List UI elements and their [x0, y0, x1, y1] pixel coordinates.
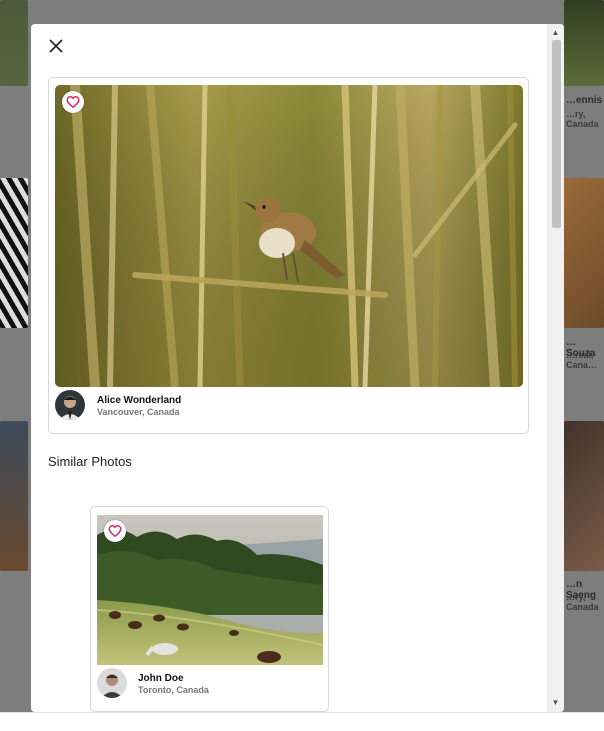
- heart-outline-icon: [66, 96, 80, 109]
- author-name[interactable]: John Doe: [138, 673, 184, 684]
- close-button[interactable]: [46, 36, 66, 56]
- horses-meadow-image: [97, 515, 323, 665]
- main-photo-card: Alice Wonderland Vancouver, Canada: [48, 77, 529, 434]
- scrollbar[interactable]: ▲ ▼: [547, 24, 564, 712]
- bg-tile: [0, 421, 28, 571]
- bg-author-location: …ry, Canada: [566, 109, 599, 129]
- author-name[interactable]: Alice Wonderland: [97, 395, 181, 406]
- photo-modal: Alice Wonderland Vancouver, Canada Simil…: [31, 24, 564, 712]
- reed-warbler-image: [55, 85, 523, 387]
- bg-tile: [564, 0, 604, 86]
- avatar-image: [55, 390, 85, 420]
- author-avatar[interactable]: [55, 390, 85, 420]
- author-avatar[interactable]: [97, 668, 127, 698]
- similar-photo-card[interactable]: John Doe Toronto, Canada: [90, 506, 329, 712]
- author-location: Vancouver, Canada: [97, 407, 180, 417]
- scroll-down-arrow-icon[interactable]: ▼: [547, 696, 564, 710]
- favorite-button[interactable]: [104, 520, 126, 542]
- main-photo[interactable]: [55, 85, 523, 387]
- page-bottom-edge: [0, 712, 604, 731]
- close-icon: [49, 39, 63, 53]
- avatar-image: [97, 668, 127, 698]
- scroll-thumb[interactable]: [552, 40, 561, 228]
- bg-tile: [564, 421, 604, 571]
- bg-author-location: …ry, Canada: [566, 592, 599, 612]
- similar-photos-heading: Similar Photos: [48, 454, 132, 469]
- favorite-button[interactable]: [62, 91, 84, 113]
- bg-tile: [0, 0, 28, 86]
- author-location: Toronto, Canada: [138, 685, 209, 695]
- bg-author-name: …ennis: [566, 95, 603, 106]
- scroll-up-arrow-icon[interactable]: ▲: [547, 26, 564, 40]
- bg-author-location: …real, Cana…: [566, 350, 598, 370]
- bg-tile: [0, 178, 28, 328]
- heart-outline-icon: [108, 525, 122, 538]
- bg-tile: [564, 178, 604, 328]
- similar-photo[interactable]: [97, 515, 323, 665]
